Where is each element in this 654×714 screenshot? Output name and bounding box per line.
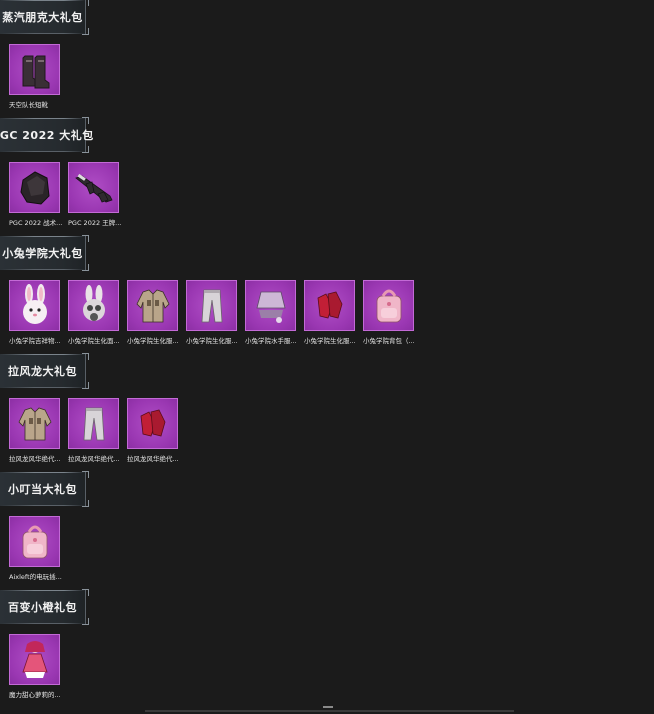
item-card[interactable]: 小兔学院生化面... — [68, 280, 120, 345]
item-thumbnail[interactable] — [9, 280, 60, 331]
item-card[interactable]: Aixleft的电玩插... — [9, 516, 62, 581]
item-card[interactable]: 小兔学院背包（... — [363, 280, 415, 345]
item-card[interactable]: 魔力甜心萝莉的... — [9, 634, 61, 699]
item-card[interactable]: 天空队长短靴 — [9, 44, 60, 109]
item-label: 拉风龙风华绝代... — [127, 455, 179, 463]
item-label: 小兔学院背包（... — [363, 337, 415, 345]
item-label: Aixleft的电玩插... — [9, 573, 62, 581]
item-thumbnail[interactable] — [245, 280, 296, 331]
item-thumbnail[interactable] — [304, 280, 355, 331]
item-card[interactable]: 小兔学院吉祥物... — [9, 280, 61, 345]
section-title: 百变小橙礼包 — [8, 601, 77, 614]
section-header: 蒸汽朋克大礼包 — [0, 0, 89, 35]
section-header: PGC 2022 大礼包 — [0, 117, 94, 153]
item-thumbnail[interactable] — [9, 162, 60, 213]
item-card[interactable]: 小兔学院生化服... — [127, 280, 179, 345]
helmet-icon — [19, 170, 50, 205]
item-thumbnail[interactable] — [9, 634, 60, 685]
item-label: 小兔学院生化服... — [186, 337, 238, 345]
item-label: 小兔学院生化面... — [68, 337, 120, 345]
section-title: PGC 2022 大礼包 — [0, 129, 94, 142]
item-card[interactable]: 小兔学院生化服... — [304, 280, 356, 345]
backpack-icon — [22, 525, 47, 558]
item-label: PGC 2022 战术... — [9, 219, 63, 227]
item-card[interactable]: PGC 2022 战术... — [9, 162, 62, 227]
item-card[interactable]: 拉风龙风华绝代... — [9, 398, 61, 463]
item-card[interactable]: 拉风龙风华绝代... — [68, 398, 120, 463]
item-thumbnail[interactable] — [127, 280, 178, 331]
section-title: 小叮当大礼包 — [8, 483, 77, 496]
item-card[interactable]: PGC 2022 王牌... — [68, 162, 121, 227]
item-row: 拉风龙风华绝代... 拉风龙风华绝代... 拉风龙风华绝代... — [9, 398, 179, 463]
item-card[interactable]: 拉风龙风华绝代... — [127, 398, 179, 463]
item-label: 小兔学院水手服... — [245, 337, 297, 345]
jacket-icon — [18, 407, 51, 440]
section-header: 小兔学院大礼包 — [0, 235, 89, 271]
item-row: 小兔学院吉祥物... 小兔学院生化面... 小兔学院生化服... 小兔学院生化服...… — [9, 280, 415, 345]
section-title: 小兔学院大礼包 — [2, 247, 83, 260]
item-card[interactable]: 小兔学院生化服... — [186, 280, 238, 345]
bunny-head-icon — [22, 283, 47, 324]
item-thumbnail[interactable] — [9, 398, 60, 449]
skirt-icon — [255, 291, 286, 323]
item-card[interactable]: 小兔学院水手服... — [245, 280, 297, 345]
section-title: 蒸汽朋克大礼包 — [2, 11, 83, 24]
item-row: 天空队长短靴 — [9, 44, 60, 109]
item-label: 拉风龙风华绝代... — [9, 455, 61, 463]
item-label: 小兔学院生化服... — [304, 337, 356, 345]
section-header: 百变小橙礼包 — [0, 589, 89, 625]
gasmask-bunny-icon — [82, 284, 105, 321]
pants-icon — [83, 407, 104, 440]
pants-icon — [201, 289, 222, 322]
rifle-icon — [74, 173, 113, 202]
boots-icon — [22, 55, 49, 88]
item-row: 魔力甜心萝莉的... — [9, 634, 61, 699]
item-label: PGC 2022 王牌... — [68, 219, 122, 227]
jacket-icon — [136, 289, 169, 322]
item-thumbnail[interactable] — [68, 398, 119, 449]
item-thumbnail[interactable] — [9, 516, 60, 567]
item-row: PGC 2022 战术... PGC 2022 王牌... — [9, 162, 121, 227]
section-header: 拉风龙大礼包 — [0, 353, 89, 389]
item-row: Aixleft的电玩插... — [9, 516, 62, 581]
section-header: 小叮当大礼包 — [0, 471, 89, 507]
item-label: 拉风龙风华绝代... — [68, 455, 120, 463]
gloves-icon — [317, 291, 342, 318]
section-title: 拉风龙大礼包 — [8, 365, 77, 378]
scrollbar-thumb[interactable] — [323, 706, 333, 708]
item-label: 小兔学院吉祥物... — [9, 337, 61, 345]
item-label: 小兔学院生化服... — [127, 337, 179, 345]
item-thumbnail[interactable] — [186, 280, 237, 331]
item-label: 魔力甜心萝莉的... — [9, 691, 61, 699]
gloves-icon — [140, 409, 165, 436]
item-thumbnail[interactable] — [9, 44, 60, 95]
item-thumbnail[interactable] — [68, 162, 119, 213]
item-thumbnail[interactable] — [127, 398, 178, 449]
item-thumbnail[interactable] — [68, 280, 119, 331]
dress-icon — [21, 640, 48, 678]
backpack-icon — [376, 289, 401, 322]
horizontal-scrollbar[interactable] — [145, 710, 514, 712]
item-label: 天空队长短靴 — [9, 101, 48, 109]
item-thumbnail[interactable] — [363, 280, 414, 331]
